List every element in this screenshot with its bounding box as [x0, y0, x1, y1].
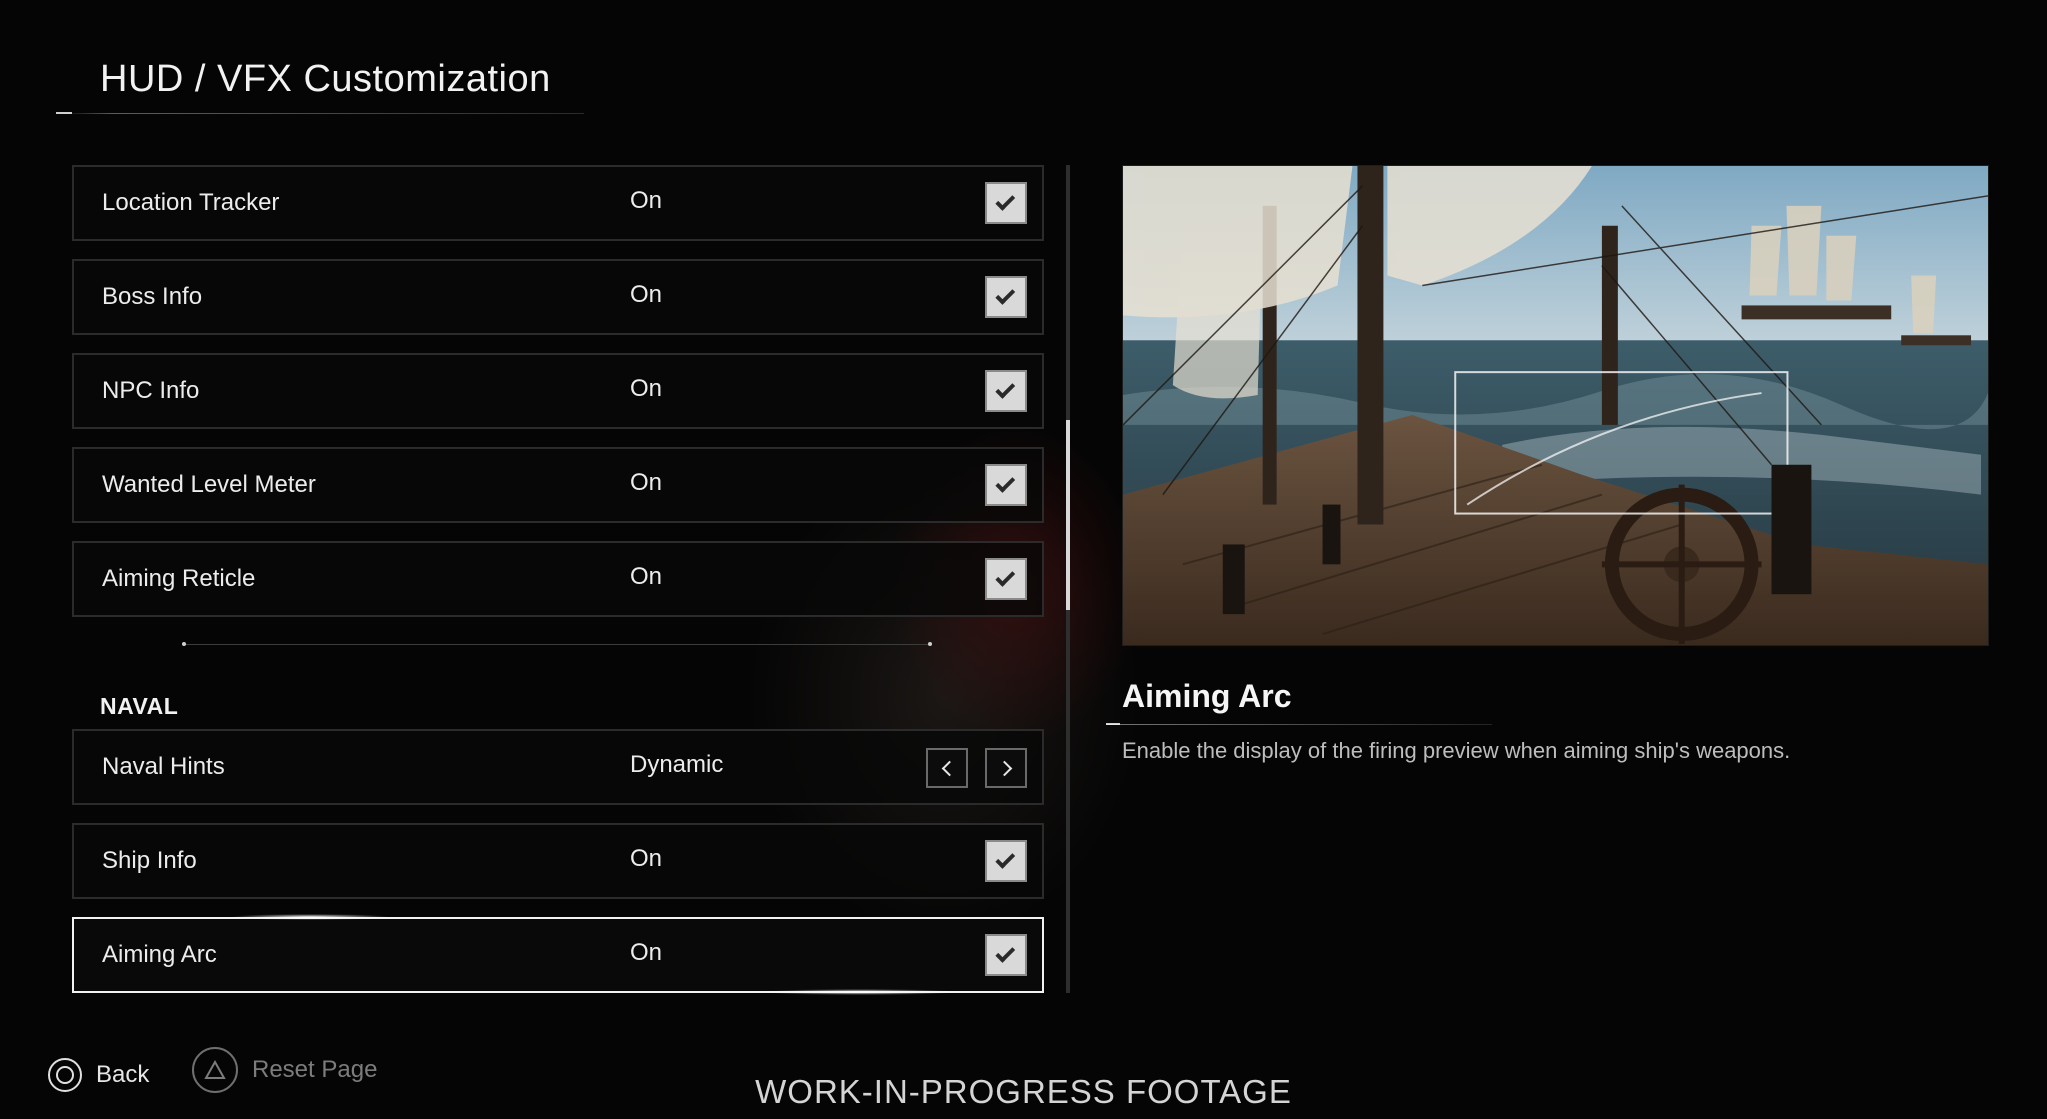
setting-value: On	[630, 845, 663, 872]
setting-value: On	[630, 281, 663, 308]
detail-title: Aiming Arc	[1122, 678, 1292, 714]
selection-glow	[760, 989, 960, 995]
checkmark-icon	[995, 190, 1016, 211]
setting-label: Location Tracker	[102, 189, 280, 216]
setting-value: On	[630, 375, 663, 402]
setting-value: On	[630, 563, 663, 590]
checkmark-icon	[995, 378, 1016, 399]
divider-dot	[182, 642, 186, 646]
setting-label: Boss Info	[102, 283, 203, 310]
detail-description: Enable the display of the firing preview…	[1122, 738, 1791, 763]
wanted-level-meter-checkbox[interactable]	[985, 464, 1027, 506]
setting-label: NPC Info	[102, 377, 200, 404]
setting-row-wanted-level-meter[interactable]: Wanted Level Meter On	[72, 447, 1044, 523]
setting-label: Ship Info	[102, 847, 197, 874]
checkmark-icon	[995, 848, 1016, 869]
header-divider	[60, 113, 584, 114]
setting-label: Aiming Reticle	[102, 565, 256, 592]
aiming-arc-checkbox[interactable]	[985, 934, 1027, 976]
naval-hints-next-button[interactable]	[985, 748, 1027, 788]
ship-deck-illustration	[1123, 166, 1988, 645]
setting-row-boss-info[interactable]: Boss Info On	[72, 259, 1044, 335]
setting-label: Naval Hints	[102, 753, 225, 780]
setting-row-ship-info[interactable]: Ship Info On	[72, 823, 1044, 899]
setting-row-npc-info[interactable]: NPC Info On	[72, 353, 1044, 429]
checkmark-icon	[995, 566, 1016, 587]
setting-row-location-tracker[interactable]: Location Tracker On	[72, 165, 1044, 241]
boss-info-checkbox[interactable]	[985, 276, 1027, 318]
chevron-left-icon	[941, 760, 957, 776]
chevron-right-icon	[996, 760, 1012, 776]
detail-divider	[1106, 724, 1492, 725]
divider-dot	[928, 642, 932, 646]
setting-row-naval-hints[interactable]: Naval Hints Dynamic	[72, 729, 1044, 805]
setting-label: Wanted Level Meter	[102, 471, 316, 498]
npc-info-checkbox[interactable]	[985, 370, 1027, 412]
setting-value: Dynamic	[630, 751, 724, 778]
checkmark-icon	[995, 472, 1016, 493]
preview-image	[1122, 165, 1989, 646]
setting-row-aiming-arc[interactable]: Aiming Arc On	[72, 917, 1044, 993]
page-title: HUD / VFX Customization	[100, 58, 551, 100]
setting-value: On	[630, 469, 663, 496]
setting-value: On	[630, 187, 663, 214]
ship-info-checkbox[interactable]	[985, 840, 1027, 882]
scrollbar-thumb[interactable]	[1066, 420, 1070, 610]
setting-row-aiming-reticle[interactable]: Aiming Reticle On	[72, 541, 1044, 617]
aiming-reticle-checkbox[interactable]	[985, 558, 1027, 600]
setting-label: Aiming Arc	[102, 941, 217, 968]
section-title-naval: NAVAL	[100, 693, 179, 719]
setting-value: On	[630, 939, 663, 966]
section-divider	[184, 644, 932, 645]
naval-hints-previous-button[interactable]	[926, 748, 968, 788]
selection-glow	[230, 914, 390, 920]
checkmark-icon	[995, 942, 1016, 963]
watermark: WORK-IN-PROGRESS FOOTAGE	[755, 1073, 1292, 1110]
location-tracker-checkbox[interactable]	[985, 182, 1027, 224]
checkmark-icon	[995, 284, 1016, 305]
